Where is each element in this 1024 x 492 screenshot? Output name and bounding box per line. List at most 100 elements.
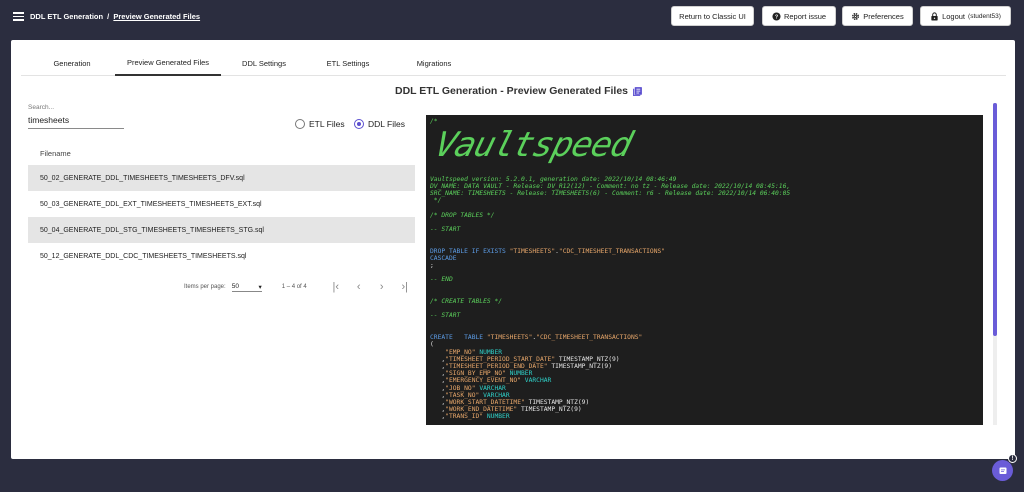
code-token: (: [430, 341, 434, 349]
filename-column-header[interactable]: Filename: [28, 142, 415, 165]
code-line: Vaultspeed version: 5.2.0.1, generation …: [430, 176, 979, 183]
table-row[interactable]: 50_02_GENERATE_DDL_TIMESHEETS_TIMESHEETS…: [28, 165, 415, 191]
code-token: "JOB_NO": [445, 384, 476, 392]
code-token: Vaultspeed version: 5.2.0.1, generation …: [430, 175, 677, 183]
return-to-classic-ui-button[interactable]: Return to Classic UI: [671, 6, 754, 26]
tab-etl-settings[interactable]: ETL Settings: [311, 50, 385, 76]
code-line: ,"JOB_NO" VARCHAR: [430, 385, 979, 392]
logout-user: (student53): [968, 12, 1001, 20]
code-token: TIMESTAMP_NTZ(9): [517, 406, 582, 414]
table-row[interactable]: 50_04_GENERATE_DDL_STG_TIMESHEETS_TIMESH…: [28, 217, 415, 243]
tab-preview-generated-files[interactable]: Preview Generated Files: [115, 50, 221, 76]
code-line: -- START: [430, 312, 979, 319]
code-token: ,: [430, 370, 446, 378]
code-token: ;: [430, 262, 434, 270]
svg-text:?: ?: [775, 14, 778, 20]
code-token: TIMESTAMP_NTZ(9): [547, 362, 612, 370]
code-token: "WORK_START_DATETIME": [445, 398, 525, 406]
ddl-files-radio[interactable]: DDL Files: [354, 119, 405, 129]
code-token: ,: [430, 391, 446, 399]
code-token: "TIMESHEETS": [486, 334, 533, 342]
code-token: /* DROP TABLES */: [430, 211, 495, 219]
code-token: "WORK_END_DATETIME": [445, 406, 518, 414]
help-chat-button[interactable]: [992, 460, 1013, 481]
items-per-page-select[interactable]: 50 ▾: [231, 283, 262, 292]
breadcrumb-separator: /: [107, 12, 110, 21]
page-title-text: DDL ETL Generation - Preview Generated F…: [395, 85, 629, 97]
code-line: (: [430, 341, 979, 348]
top-bar: DDL ETL Generation / Preview Generated F…: [0, 0, 1024, 34]
code-token: ,: [430, 406, 446, 414]
code-line: DV_NAME: DATA VAULT - Release: DV_R12(12…: [430, 183, 979, 190]
code-token: NUMBER: [486, 413, 510, 421]
code-token: VARCHAR: [479, 384, 506, 392]
search-input[interactable]: [28, 113, 124, 129]
code-token: ,: [430, 362, 446, 370]
code-token: DROP TABLE IF EXISTS: [430, 247, 510, 255]
paginator: Items per page: 50 ▾ 1 – 4 of 4 |‹ ‹ › ›…: [184, 280, 410, 294]
code-token: ,: [430, 413, 446, 421]
code-token: ,: [430, 398, 446, 406]
etl-files-radio-circle[interactable]: [295, 119, 305, 129]
code-line: ,"WORK_END_DATETIME" TIMESTAMP_NTZ(9): [430, 406, 979, 413]
code-token: CREATE TABLE: [430, 334, 487, 342]
code-preview[interactable]: Vaultspeed /* Vaultspeed version: 5.2.0.…: [426, 115, 983, 425]
table-row[interactable]: 50_03_GENERATE_DDL_EXT_TIMESHEETS_TIMESH…: [28, 191, 415, 217]
code-token: TIMESTAMP_NTZ(9): [524, 398, 590, 406]
next-page-icon[interactable]: ›: [377, 281, 387, 293]
files-table: Filename 50_02_GENERATE_DDL_TIMESHEETS_T…: [28, 142, 415, 269]
ddl-files-radio-circle[interactable]: [354, 119, 364, 129]
ddl-files-label: DDL Files: [368, 119, 405, 129]
return-to-classic-ui-label: Return to Classic UI: [679, 11, 746, 21]
code-line: CASCADE: [430, 255, 979, 262]
report-issue-label: Report issue: [783, 11, 827, 21]
previous-page-icon[interactable]: ‹: [354, 281, 364, 293]
last-page-icon[interactable]: ›|: [400, 281, 410, 293]
logout-button[interactable]: Logout (student53): [920, 6, 1011, 26]
code-token: NUMBER: [479, 348, 503, 356]
code-token: ,: [430, 355, 446, 363]
code-scrollbar-thumb[interactable]: [993, 103, 997, 336]
items-per-page-label: Items per page:: [184, 284, 226, 290]
code-token: CASCADE: [430, 254, 457, 262]
preferences-label: Preferences: [863, 11, 904, 21]
code-token: "TIMESHEET_PERIOD_END_DATE": [445, 362, 548, 370]
code-line: /* CREATE TABLES */: [430, 298, 979, 305]
code-line: ;: [430, 262, 979, 269]
code-line: SRC_NAME: TIMESHEETS - Release: TIMESHEE…: [430, 190, 979, 197]
code-line: ,"WORK_START_DATETIME" TIMESTAMP_NTZ(9): [430, 399, 979, 406]
code-token: "TRANS_ID": [445, 413, 484, 421]
caret-down-icon: ▾: [258, 283, 262, 291]
help-circle-icon: ?: [772, 11, 781, 21]
chat-icon: [999, 467, 1006, 474]
etl-files-radio[interactable]: ETL Files: [295, 119, 345, 129]
code-token: "CDC_TIMESHEET_TRANSACTIONS": [558, 247, 666, 255]
tab-migrations[interactable]: Migrations: [397, 50, 471, 76]
code-token: -- START: [430, 312, 461, 320]
breadcrumb: DDL ETL Generation / Preview Generated F…: [30, 12, 200, 21]
code-token: -- START: [430, 226, 461, 234]
ascii-banner: Vaultspeed: [430, 125, 637, 165]
code-line: */: [430, 197, 979, 204]
preferences-button[interactable]: Preferences: [842, 6, 913, 26]
file-list-icon[interactable]: [632, 86, 643, 97]
code-token: "SIGN_BY_EMP_NO": [445, 370, 506, 378]
tab-ddl-settings[interactable]: DDL Settings: [227, 50, 301, 76]
breadcrumb-current[interactable]: Preview Generated Files: [113, 12, 200, 21]
report-issue-button[interactable]: ? Report issue: [762, 6, 836, 26]
code-token: */: [430, 197, 442, 205]
code-line: ,"TRANS_ID" NUMBER: [430, 413, 979, 420]
hamburger-menu-icon[interactable]: [13, 12, 24, 21]
page-title: DDL ETL Generation - Preview Generated F…: [395, 84, 643, 98]
code-token: "TIMESHEETS": [509, 247, 556, 255]
first-page-icon[interactable]: |‹: [331, 281, 341, 293]
code-token: SRC_NAME: TIMESHEETS - Release: TIMESHEE…: [430, 190, 791, 198]
tab-generation[interactable]: Generation: [35, 50, 109, 76]
table-row[interactable]: 50_12_GENERATE_DDL_CDC_TIMESHEETS_TIMESH…: [28, 243, 415, 269]
code-token: /*: [430, 118, 438, 125]
